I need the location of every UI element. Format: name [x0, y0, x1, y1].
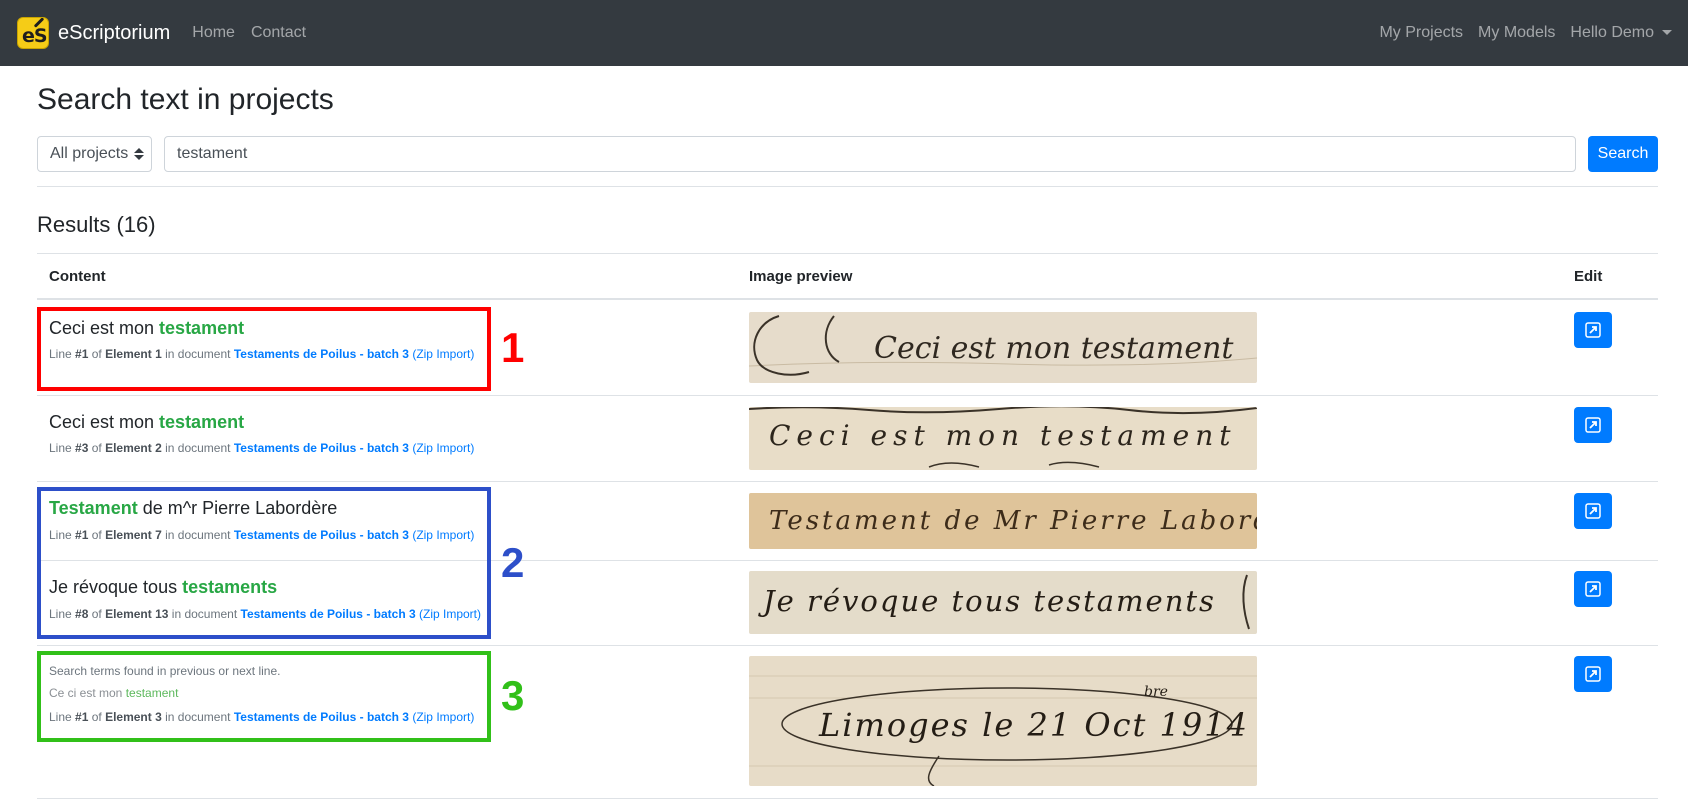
annotation-box-3 — [37, 651, 491, 742]
svg-text:Ceci est mon testament: Ceci est mon testament — [769, 419, 1237, 452]
edit-button[interactable] — [1574, 312, 1612, 348]
row-divider — [37, 395, 1658, 396]
svg-text:Je révoque tous testaments: Je révoque tous testaments — [758, 584, 1216, 618]
image-preview: Je révoque tous testaments — [749, 571, 1257, 634]
edit-button[interactable] — [1574, 571, 1612, 607]
table-header-border — [37, 298, 1658, 300]
row-divider — [37, 645, 1658, 646]
external-link-icon — [1585, 417, 1601, 433]
image-preview: Ceci est mon testament — [749, 312, 1257, 383]
nav-contact-link[interactable]: Contact — [251, 24, 306, 42]
document-link[interactable]: Testaments de Poilus - batch 3 — [234, 441, 409, 455]
brand-link[interactable]: eS eScriptorium — [17, 17, 170, 49]
result-meta: Line #3 of Element 2 in document Testame… — [49, 441, 475, 455]
column-header-edit: Edit — [1574, 268, 1603, 285]
project-select[interactable]: All projects — [37, 136, 152, 172]
annotation-number-3: 3 — [501, 672, 525, 719]
external-link-icon — [1585, 581, 1601, 597]
search-input[interactable] — [164, 136, 1576, 172]
svg-text:Testament de Mr Pierre Labordè: Testament de Mr Pierre Labordère — [769, 506, 1257, 536]
annotation-box-2 — [37, 487, 491, 639]
svg-text:Ceci est mon testament: Ceci est mon testament — [874, 331, 1234, 366]
navbar: eS eScriptorium Home Contact My Projects… — [0, 0, 1688, 66]
image-preview: Ceci est mon testament — [749, 407, 1257, 470]
edit-button[interactable] — [1574, 656, 1612, 692]
nav-home-link[interactable]: Home — [192, 24, 235, 42]
divider — [37, 186, 1658, 187]
result-line-text: Ceci est mon testament — [49, 412, 245, 432]
edit-button[interactable] — [1574, 493, 1612, 529]
external-link-icon — [1585, 322, 1601, 338]
escriptorium-logo-icon: eS — [17, 17, 49, 49]
row-divider — [37, 481, 1658, 482]
svg-text:bre: bre — [1144, 684, 1168, 700]
image-preview: Limoges le 21 Oct 1914 bre — [749, 656, 1257, 786]
select-arrows-icon — [134, 148, 145, 160]
annotation-number-2: 2 — [501, 539, 525, 586]
caret-down-icon — [1662, 30, 1672, 36]
project-select-value: All projects — [50, 145, 129, 162]
results-title: Results (16) — [37, 212, 156, 237]
svg-text:Limoges le 21 Oct 1914: Limoges le 21 Oct 1914 — [818, 706, 1249, 744]
table-top-border — [37, 253, 1658, 254]
column-header-preview: Image preview — [749, 268, 853, 285]
page-title: Search text in projects — [37, 83, 334, 116]
import-link[interactable]: (Zip Import) — [409, 441, 474, 455]
user-menu-label: Hello Demo — [1570, 24, 1654, 41]
annotation-box-1 — [37, 307, 491, 391]
search-match: testament — [159, 412, 245, 432]
edit-button[interactable] — [1574, 407, 1612, 443]
image-preview: Testament de Mr Pierre Labordère — [749, 493, 1257, 549]
annotation-number-1: 1 — [501, 324, 525, 371]
row-divider — [37, 798, 1658, 799]
nav-my-models-link[interactable]: My Models — [1478, 24, 1555, 42]
external-link-icon — [1585, 666, 1601, 682]
search-button[interactable]: Search — [1588, 136, 1658, 172]
external-link-icon — [1585, 503, 1601, 519]
nav-my-projects-link[interactable]: My Projects — [1379, 24, 1463, 42]
column-header-content: Content — [49, 268, 106, 285]
user-menu-toggle[interactable]: Hello Demo — [1570, 24, 1672, 42]
brand-name: eScriptorium — [58, 21, 171, 44]
